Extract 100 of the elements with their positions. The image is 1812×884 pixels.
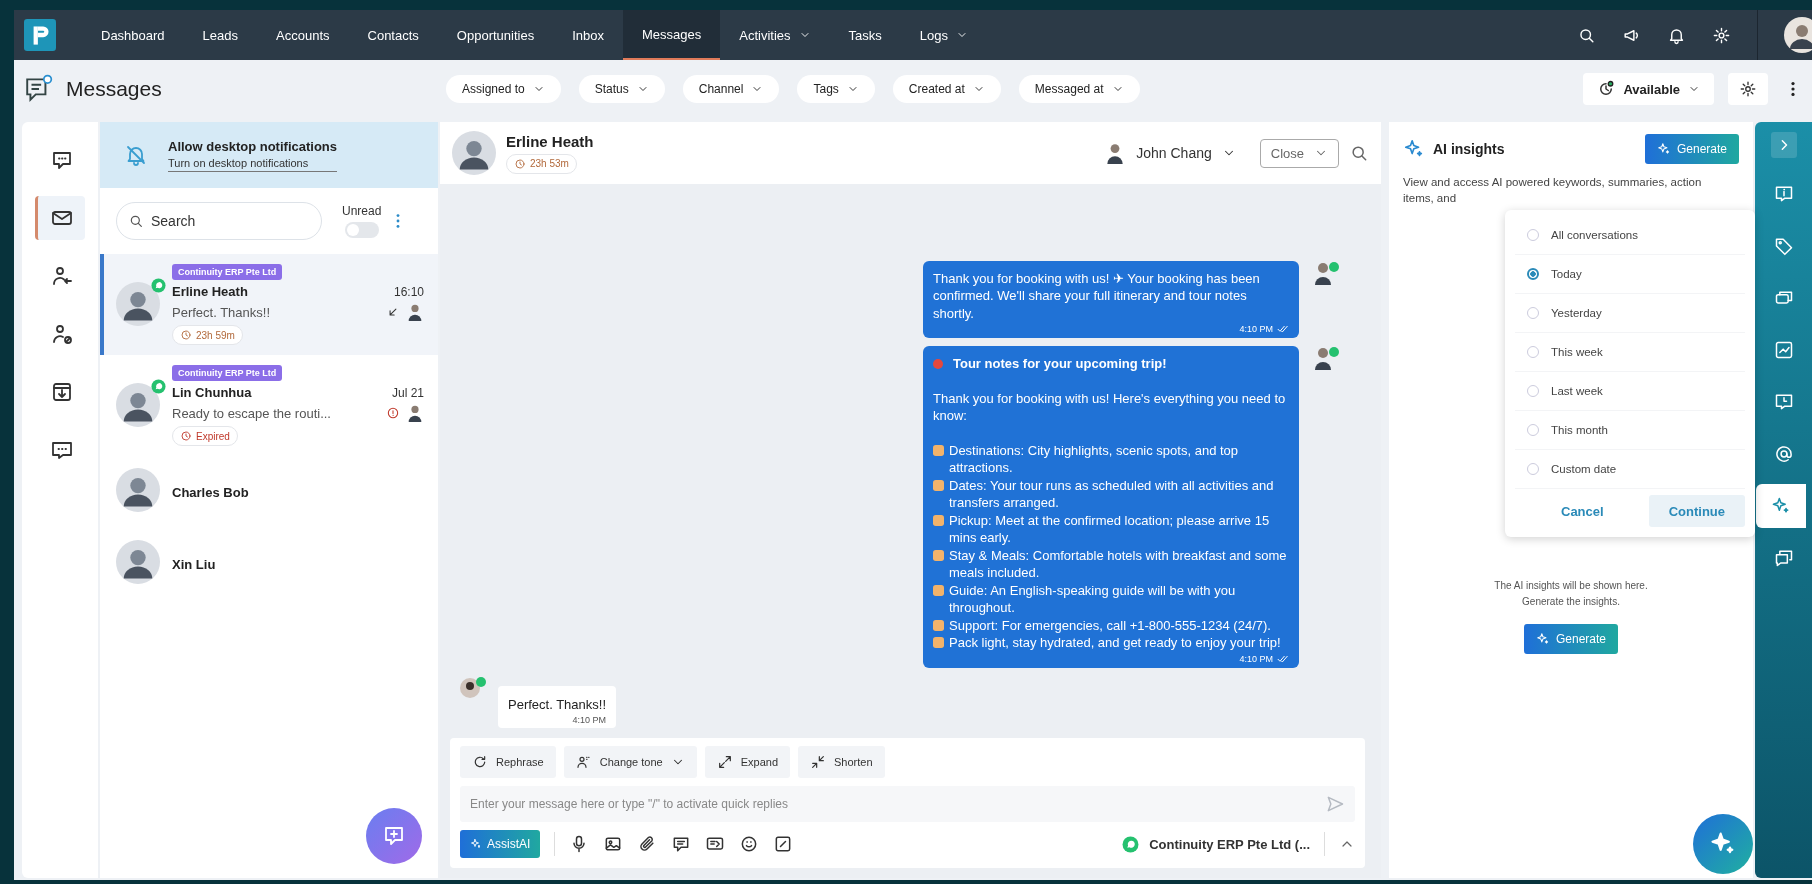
generate-button[interactable]: Generate xyxy=(1644,134,1739,164)
empty-state-text: Generate the insights. xyxy=(1522,595,1620,609)
mail-icon[interactable] xyxy=(35,196,85,240)
filter-dropdown[interactable]: Created at xyxy=(892,75,1001,103)
date-range-option[interactable]: Custom date xyxy=(1515,450,1745,489)
message-input[interactable]: Enter your message here or type "/" to activate quick replies xyxy=(460,786,1355,822)
contact-name: Erline Heath xyxy=(172,284,249,299)
nav-tab[interactable]: Contacts xyxy=(348,10,438,60)
message-text: Support: For emergencies, call +1-800-555-1234 (24/7). xyxy=(949,616,1272,634)
ai-tool-button[interactable]: Shorten xyxy=(798,746,885,778)
messages-icon xyxy=(24,74,54,104)
nav-tab[interactable]: Logs xyxy=(900,10,987,60)
radio-button[interactable] xyxy=(1527,268,1539,280)
sparkle-icon xyxy=(470,838,482,850)
notification-banner[interactable]: Allow desktop notifications Turn on desktop notifications xyxy=(100,122,438,188)
cancel-button[interactable]: Cancel xyxy=(1541,495,1624,527)
ai-tool-button[interactable]: Rephrase xyxy=(460,746,556,778)
search-icon[interactable] xyxy=(1349,143,1369,163)
settings-icon[interactable] xyxy=(1712,25,1731,45)
double-check-icon xyxy=(1277,654,1289,663)
ai-assistant-button[interactable] xyxy=(1693,814,1753,874)
contact-avatar xyxy=(452,131,496,175)
ai-tool-button[interactable]: Change tone xyxy=(563,746,697,778)
clock-icon xyxy=(180,430,192,442)
nav-tab[interactable]: Opportunities xyxy=(437,10,554,60)
logo-icon[interactable] xyxy=(24,19,56,51)
filter-dropdown[interactable]: Assigned to xyxy=(446,75,561,103)
shrink-icon xyxy=(810,754,826,770)
date-range-option[interactable]: All conversations xyxy=(1515,216,1745,255)
message-text: Destinations: City highlights, scenic spots, and top attractions. xyxy=(949,441,1240,477)
chevron-right-icon[interactable] xyxy=(1770,132,1797,158)
emoji-icon xyxy=(933,549,944,561)
date-range-option[interactable]: Today xyxy=(1515,255,1745,294)
banner-title: Allow desktop notifications xyxy=(168,138,337,154)
conversation-item[interactable]: Continuity ERP Pte Ltd Erline Heath 16:10 Perfect. Thanks!! 23h 59m xyxy=(100,254,438,355)
company-tag: Continuity ERP Pte Ltd xyxy=(172,264,283,280)
assignee-dropdown[interactable]: John Chang xyxy=(1098,139,1242,167)
more-options-icon[interactable] xyxy=(1790,80,1796,98)
message-time: 4:10 PM xyxy=(572,715,607,725)
message-text: Pickup: Meet at the confirmed location; please arrive 15 mins early. xyxy=(949,511,1271,547)
company-tag: Continuity ERP Pte Ltd xyxy=(172,365,283,381)
conversation-item[interactable]: Continuity ERP Pte Ltd Lin Chunhua Jul 21 Ready to escape the routi... Expired xyxy=(100,355,438,456)
message-text: Perfect. Thanks!! xyxy=(508,695,607,713)
message-time: 4:10 PM xyxy=(1239,653,1273,664)
search-field[interactable]: Search xyxy=(116,202,322,240)
message-text: Pack light, stay hydrated, and get ready to enjoy your trip! xyxy=(949,634,1282,652)
whatsapp-icon xyxy=(1122,835,1140,853)
emoji-icon xyxy=(933,479,944,491)
filter-dropdown[interactable]: Status xyxy=(578,75,665,103)
conversation-item[interactable]: Charles Bob xyxy=(100,456,438,528)
emoji-icon xyxy=(933,514,944,526)
page-title: Messages xyxy=(66,77,163,101)
contact-avatar xyxy=(116,468,160,512)
date-range-option[interactable]: Yesterday xyxy=(1515,294,1745,333)
chat-plus-icon xyxy=(382,824,406,848)
emoji-icon xyxy=(933,444,944,456)
settings-icon xyxy=(1739,80,1757,98)
filter-dropdown[interactable]: Messaged at xyxy=(1018,75,1140,103)
settings-button[interactable] xyxy=(1728,73,1768,105)
nav-tab[interactable]: Tasks xyxy=(829,10,901,60)
agent-avatar xyxy=(1313,260,1341,285)
emoji-icon xyxy=(933,584,944,596)
empty-state-text: The AI insights will be shown here. xyxy=(1494,579,1648,593)
nav-tab[interactable]: Inbox xyxy=(553,10,623,60)
circle-icon xyxy=(933,358,943,369)
channel-name[interactable]: Continuity ERP Pte Ltd (... xyxy=(1149,836,1310,852)
ai-tool-button[interactable]: Expand xyxy=(704,746,790,778)
unread-label: Unread xyxy=(342,204,382,218)
user-avatar[interactable] xyxy=(1784,17,1812,53)
clock-icon xyxy=(1597,80,1616,98)
contact-name: Lin Chunhua xyxy=(172,385,253,400)
clock-icon xyxy=(514,157,526,170)
message-title: Tour notes for your upcoming trip! xyxy=(953,355,1167,373)
generate-button[interactable]: Generate xyxy=(1523,624,1618,654)
availability-dropdown[interactable]: Available xyxy=(1583,73,1714,105)
contact-avatar xyxy=(460,675,488,700)
nav-tab[interactable]: Dashboard xyxy=(82,10,184,60)
conversation-item[interactable]: Xin Liu xyxy=(100,528,438,600)
filter-dropdown[interactable]: Channel xyxy=(682,75,780,103)
nav-tab[interactable]: Messages xyxy=(622,10,721,60)
double-check-icon xyxy=(1277,325,1289,333)
date-range-option[interactable]: This month xyxy=(1515,411,1745,450)
message-preview: Perfect. Thanks!! xyxy=(172,304,272,320)
banner-subtitle: Turn on desktop notifications xyxy=(168,156,337,172)
date-range-option[interactable]: Last week xyxy=(1515,372,1745,411)
unread-toggle[interactable] xyxy=(344,222,379,238)
message-text: Thank you for booking with us! ✈ Your booking has been confirmed. We'll share your full itinerary and tour notes shortly. xyxy=(933,269,1261,322)
panel-title: AI insights xyxy=(1433,141,1506,157)
sparkle-icon xyxy=(1535,632,1550,646)
nav-tab[interactable]: Accounts xyxy=(257,10,349,60)
nav-tab[interactable]: Activities xyxy=(720,10,830,60)
nav-tab[interactable]: Leads xyxy=(183,10,258,60)
message-time: 4:10 PM xyxy=(1239,324,1273,334)
sparkle-icon[interactable] xyxy=(1755,484,1806,528)
date-range-option[interactable]: This week xyxy=(1515,333,1745,372)
close-dropdown[interactable]: Close xyxy=(1259,138,1339,168)
agent-avatar xyxy=(406,303,424,321)
message-time: 16:10 xyxy=(393,284,424,299)
filter-dropdown[interactable]: Tags xyxy=(797,75,875,103)
new-chat-button[interactable] xyxy=(366,808,422,864)
